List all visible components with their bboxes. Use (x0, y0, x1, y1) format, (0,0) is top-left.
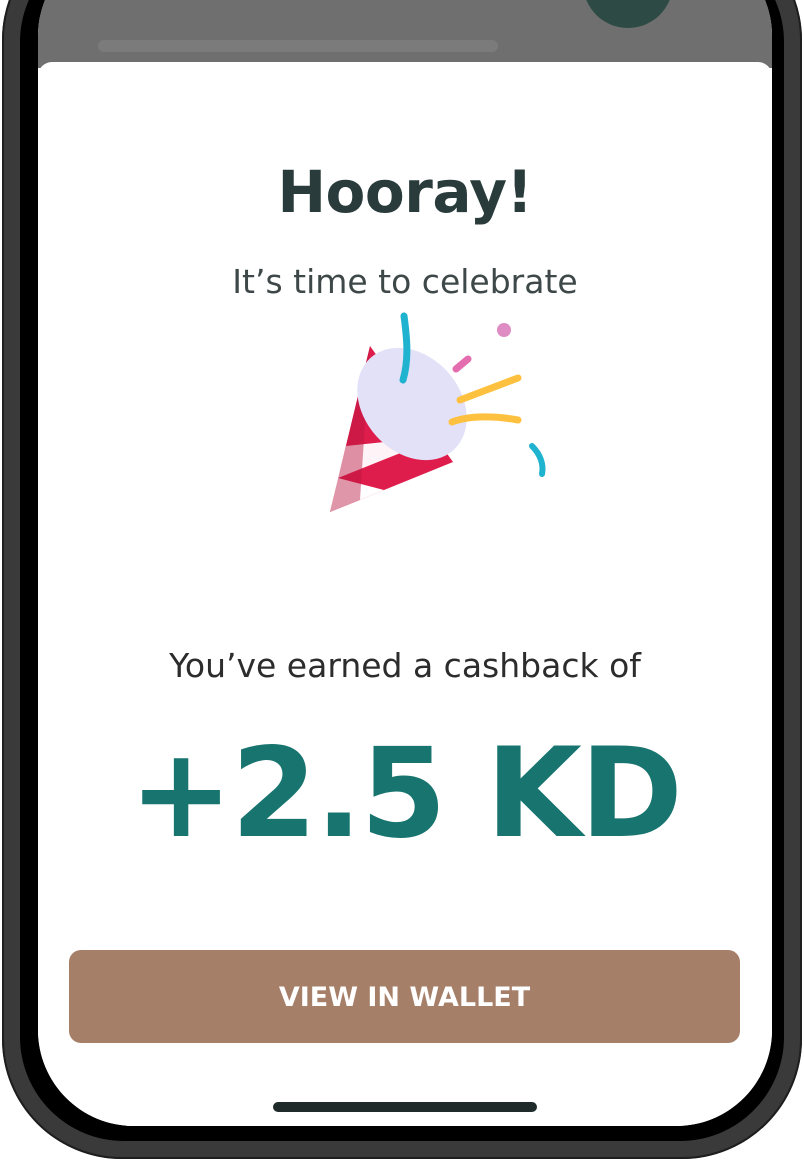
phone-screen: Hooray! It’s time to celebrate You’ve ea… (38, 0, 772, 1126)
party-popper-icon (330, 312, 546, 512)
cashback-dialog: Hooray! It’s time to celebrate You’ve ea… (38, 62, 772, 1126)
dialog-title: Hooray! (277, 158, 533, 226)
phone-screenshot: Hooray! It’s time to celebrate You’ve ea… (0, 0, 804, 1161)
home-indicator[interactable] (273, 1102, 537, 1112)
dimmed-background[interactable] (38, 0, 772, 68)
view-in-wallet-button[interactable]: VIEW IN WALLET (69, 950, 740, 1043)
cashback-message: You’ve earned a cashback of (169, 646, 641, 685)
background-avatar (583, 0, 673, 28)
cashback-amount: +2.5 KD (129, 722, 683, 866)
background-content-bar (98, 40, 498, 52)
